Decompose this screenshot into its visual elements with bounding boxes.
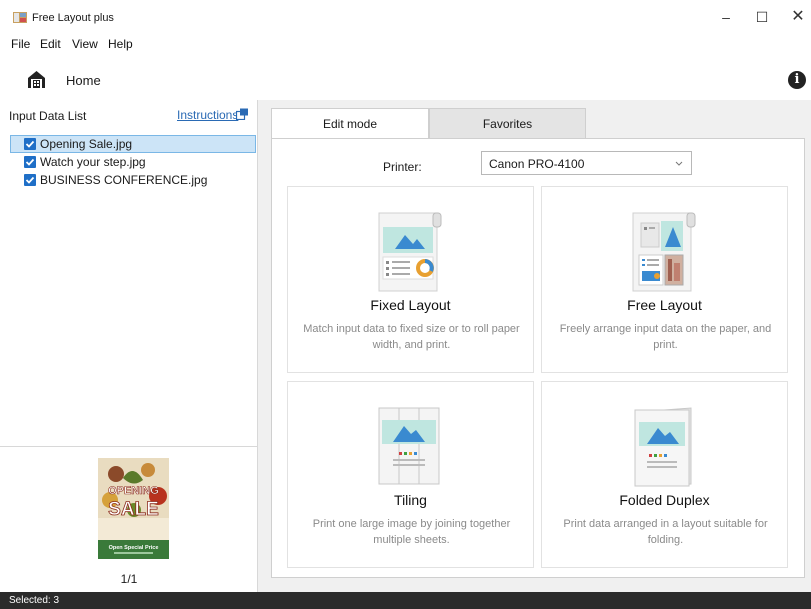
edit-mode-panel: Printer: Canon PRO-4100 Fixed Layout Mat… xyxy=(271,138,805,578)
folded-duplex-card[interactable]: Folded Duplex Print data arranged in a l… xyxy=(541,381,788,568)
status-text: Selected: 3 xyxy=(9,595,60,606)
tab-favorites[interactable]: Favorites xyxy=(429,108,586,139)
folded-duplex-icon xyxy=(634,407,692,487)
file-list: Opening Sale.jpg Watch your step.jpg BUS… xyxy=(10,135,256,189)
checkbox-checked-icon[interactable] xyxy=(24,174,36,186)
page-counter: 1/1 xyxy=(120,572,138,586)
window-title: Free Layout plus xyxy=(32,12,114,24)
card-title: Folded Duplex xyxy=(619,492,710,508)
file-name: BUSINESS CONFERENCE.jpg xyxy=(40,173,208,187)
input-data-list-title: Input Data List xyxy=(9,109,87,123)
main-area: Edit mode Favorites Printer: Canon PRO-4… xyxy=(258,100,811,592)
checkbox-checked-icon[interactable] xyxy=(24,156,36,168)
card-title: Tiling xyxy=(394,492,427,508)
status-bar: Selected: 3 xyxy=(0,592,811,609)
menu-bar: File Edit View Help xyxy=(0,34,811,54)
home-icon[interactable] xyxy=(27,70,46,89)
external-link-icon[interactable] xyxy=(236,108,249,120)
file-name: Opening Sale.jpg xyxy=(40,137,133,151)
card-description: Freely arrange input data on the paper, … xyxy=(559,323,772,351)
preview-text-opening: OPENING xyxy=(108,485,159,497)
card-description: Print one large image by joining togethe… xyxy=(312,518,511,546)
menu-help[interactable]: Help xyxy=(108,37,133,51)
tiling-icon xyxy=(378,407,440,485)
instructions-link[interactable]: Instructions xyxy=(177,108,238,122)
menu-edit[interactable]: Edit xyxy=(40,37,61,51)
info-icon[interactable]: i xyxy=(788,71,806,89)
panel-divider xyxy=(0,446,257,447)
card-title: Free Layout xyxy=(627,297,702,313)
card-description: Print data arranged in a layout suitable… xyxy=(563,518,768,546)
minimize-button[interactable]: – xyxy=(706,4,746,30)
preview-text-footer: Open Special Price xyxy=(109,545,159,551)
fixed-layout-card[interactable]: Fixed Layout Match input data to fixed s… xyxy=(287,186,534,373)
card-title: Fixed Layout xyxy=(370,297,451,313)
tab-edit-mode[interactable]: Edit mode xyxy=(271,108,429,139)
chevron-down-icon xyxy=(675,161,683,166)
fixed-layout-icon xyxy=(378,212,442,292)
printer-value: Canon PRO-4100 xyxy=(489,157,585,171)
file-list-item[interactable]: Watch your step.jpg xyxy=(10,153,256,171)
card-description: Match input data to fixed size or to rol… xyxy=(303,323,520,351)
file-name: Watch your step.jpg xyxy=(40,155,146,169)
checkbox-checked-icon[interactable] xyxy=(24,138,36,150)
maximize-button[interactable]: ☐ xyxy=(742,4,782,30)
close-button[interactable]: ✕ xyxy=(778,4,811,30)
printer-dropdown[interactable]: Canon PRO-4100 xyxy=(481,151,692,175)
tiling-card[interactable]: Tiling Print one large image by joining … xyxy=(287,381,534,568)
preview-thumbnail[interactable]: OPENING SALE Open Special Price xyxy=(98,458,169,559)
free-layout-icon xyxy=(632,212,696,292)
input-data-panel: Input Data List Instructions Opening Sal… xyxy=(0,100,258,592)
file-list-item[interactable]: Opening Sale.jpg xyxy=(10,135,256,153)
app-icon xyxy=(13,12,27,23)
printer-label: Printer: xyxy=(383,160,422,174)
file-list-item[interactable]: BUSINESS CONFERENCE.jpg xyxy=(10,171,256,189)
free-layout-card[interactable]: Free Layout Freely arrange input data on… xyxy=(541,186,788,373)
home-toolbar: Home i xyxy=(0,66,811,96)
menu-file[interactable]: File xyxy=(11,37,30,51)
home-label[interactable]: Home xyxy=(66,73,101,88)
preview-text-sale: SALE xyxy=(108,499,159,520)
title-bar: Free Layout plus – ☐ ✕ xyxy=(0,0,811,32)
menu-view[interactable]: View xyxy=(72,37,98,51)
